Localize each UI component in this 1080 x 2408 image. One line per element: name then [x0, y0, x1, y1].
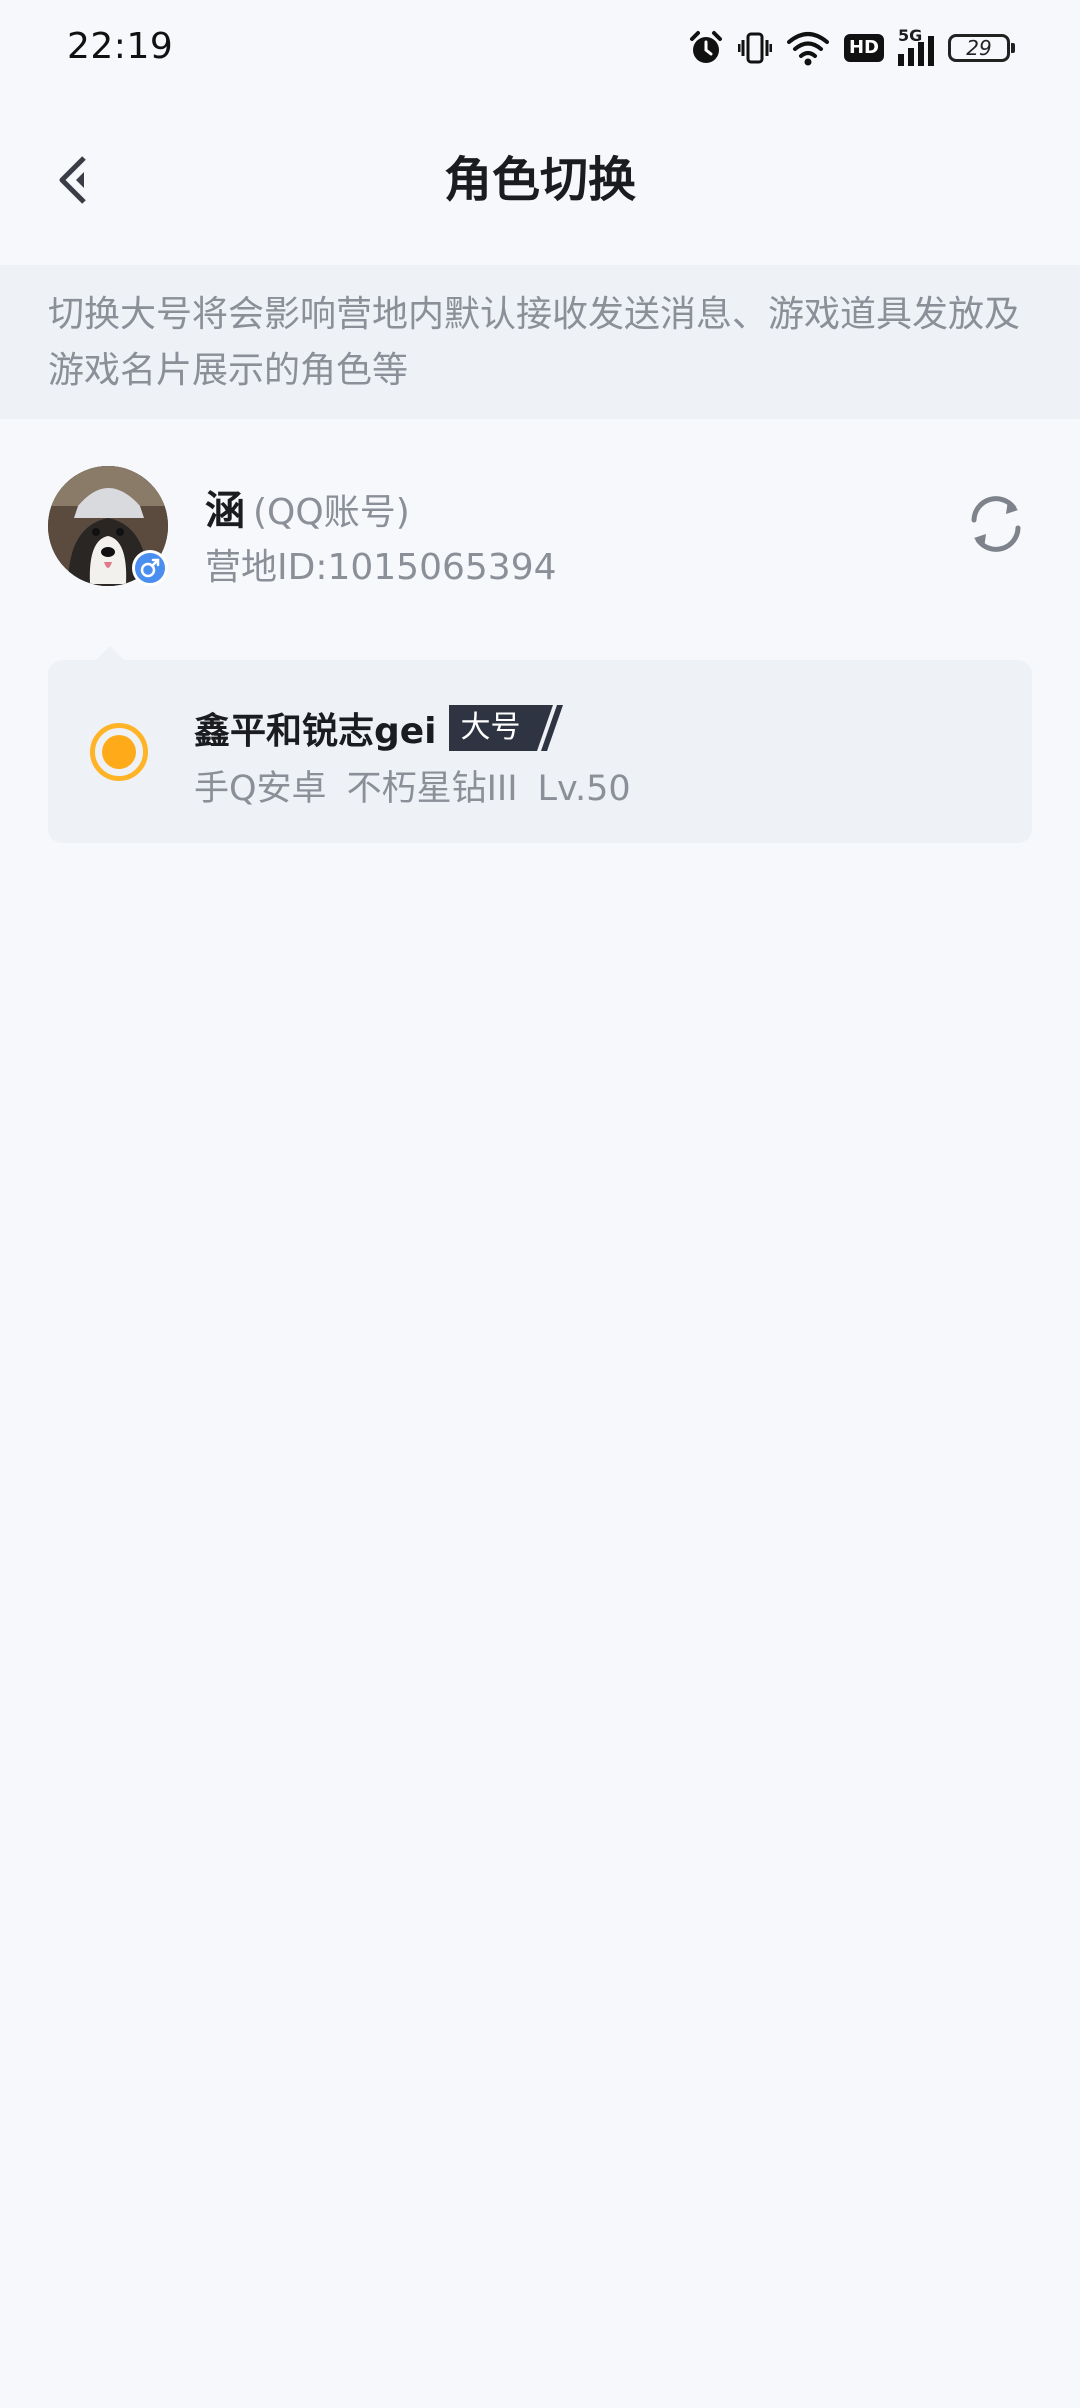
radio-selected-dot	[102, 735, 136, 769]
role-radio[interactable]	[90, 723, 148, 781]
role-info: 手Q安卓 不朽星钻III Lv.50	[194, 760, 651, 811]
role-name-row: 鑫平和锐志gei 大号	[194, 702, 563, 754]
refresh-icon	[971, 496, 1021, 552]
main-tag-label: 大号	[448, 705, 535, 751]
account-row: 涵 (QQ账号) 营地ID:1015065394	[0, 460, 1080, 600]
status-time: 22:19	[67, 26, 174, 67]
signal-icon: 5G	[898, 26, 934, 66]
status-bar: 22:19 HD 5G 29	[0, 0, 1080, 96]
network-type: 5G	[898, 26, 923, 45]
role-level: Lv.50	[537, 769, 631, 809]
account-name-row: 涵 (QQ账号)	[205, 478, 410, 536]
notice-text: 切换大号将会影响营地内默认接收发送消息、游戏道具发放及游戏名片展示的角色等	[48, 294, 1021, 391]
account-id: 营地ID:1015065394	[205, 547, 557, 588]
role-platform: 手Q安卓	[194, 769, 327, 809]
role-name: 鑫平和锐志gei	[194, 711, 437, 752]
tag-slash-decoration	[534, 705, 563, 751]
battery-icon: 29	[948, 34, 1015, 62]
account-type: (QQ账号)	[253, 492, 410, 533]
switch-account-button[interactable]	[964, 492, 1028, 556]
hd-badge: HD	[843, 34, 884, 62]
battery-level: 29	[966, 36, 992, 60]
role-card[interactable]: 鑫平和锐志gei 大号 手Q安卓 不朽星钻III Lv.50	[48, 646, 1032, 843]
page-title: 角色切换	[443, 152, 636, 208]
notice-banner: 切换大号将会影响营地内默认接收发送消息、游戏道具发放及游戏名片展示的角色等	[0, 265, 1080, 419]
nav-bar: 角色切换	[0, 120, 1080, 240]
status-icons: HD 5G 29	[688, 26, 1015, 70]
wifi-icon	[786, 30, 830, 66]
role-rank: 不朽星钻III	[346, 769, 518, 809]
alarm-icon	[688, 30, 724, 66]
vibrate-icon	[737, 30, 772, 66]
male-icon	[132, 550, 168, 586]
account-name: 涵	[205, 488, 245, 534]
main-account-tag: 大号	[448, 705, 563, 751]
